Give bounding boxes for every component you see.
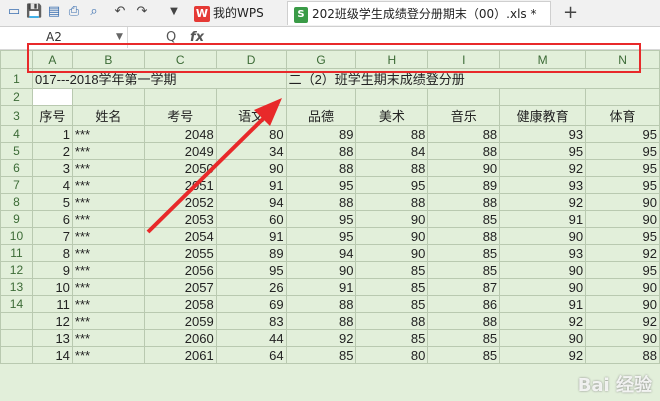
arrow-shaft: [146, 110, 272, 234]
watermark-logo: Bai 经验: [577, 375, 652, 396]
annotation-arrow: [146, 98, 282, 234]
